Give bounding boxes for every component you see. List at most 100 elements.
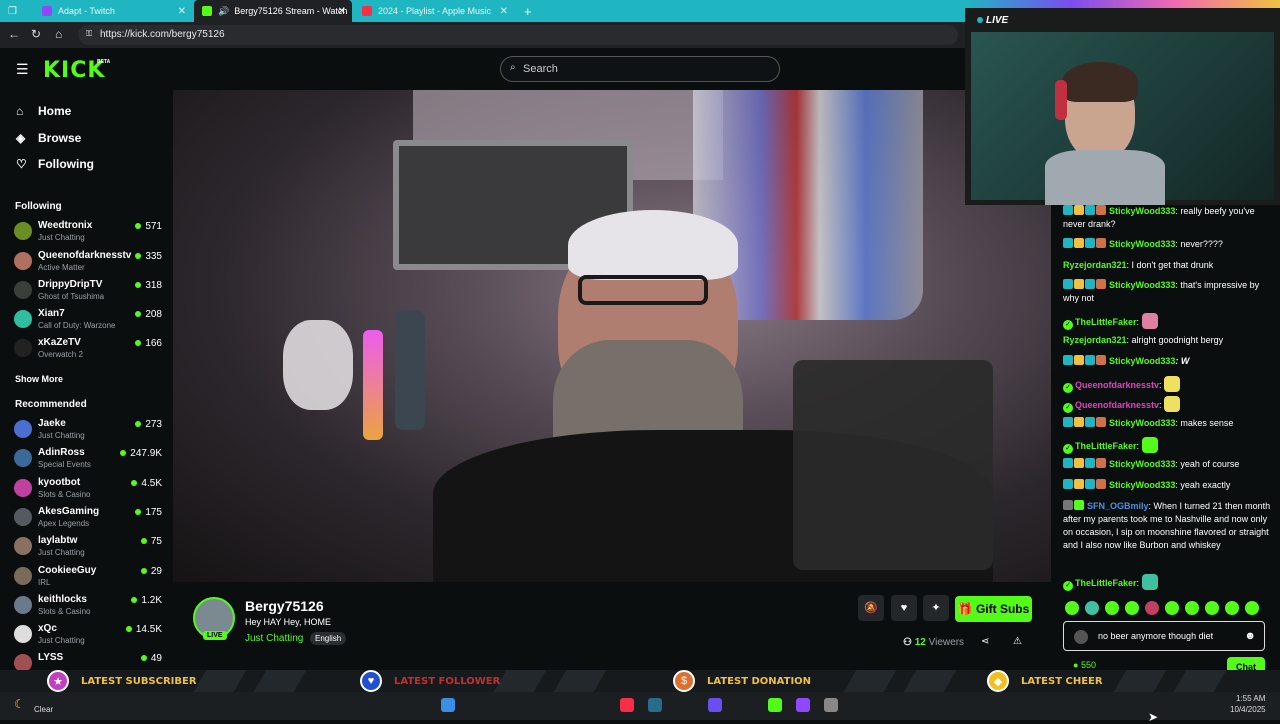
share-icon[interactable]: ⋖: [981, 636, 989, 647]
sidebar-channel[interactable]: Jaeke Just Chatting 273: [14, 416, 164, 444]
chat-text: : I don't get that drunk: [1126, 260, 1214, 270]
emote-icon[interactable]: [1141, 437, 1158, 453]
chat-username[interactable]: StickyWood333: [1109, 480, 1175, 490]
sidebar-channel[interactable]: xQc Just Chatting 14.5K: [14, 621, 164, 649]
avatar: [14, 479, 32, 497]
speaker-icon[interactable]: 🔊: [218, 6, 229, 17]
heart-icon: ♥: [900, 602, 908, 614]
gift-subs-button[interactable]: 🎁 Gift Subs: [955, 596, 1032, 622]
close-icon[interactable]: ✕: [500, 6, 508, 17]
close-icon[interactable]: ✕: [338, 6, 346, 17]
chat-username[interactable]: StickyWood333: [1109, 280, 1175, 290]
url-field[interactable]: ⚿ https://kick.com/bergy75126: [78, 25, 958, 45]
home-icon[interactable]: ⌂: [55, 27, 62, 41]
close-icon[interactable]: ✕: [178, 6, 186, 17]
emote-icon[interactable]: [1065, 601, 1079, 615]
gift-icon: 🎁: [957, 602, 973, 616]
emote-icon[interactable]: [1145, 601, 1159, 615]
menu-icon[interactable]: ☰: [16, 61, 29, 78]
sidebar-channel[interactable]: AkesGaming Apex Legends 175: [14, 504, 164, 532]
emote-icon[interactable]: [1125, 601, 1139, 615]
new-tab-button[interactable]: +: [516, 0, 538, 22]
video-player[interactable]: [173, 90, 1051, 582]
chat-username[interactable]: TheLittleFaker: [1075, 441, 1137, 451]
emote-icon[interactable]: [1085, 601, 1099, 615]
sidebar-item-following[interactable]: ♡ Following: [16, 157, 94, 171]
sidebar-channel[interactable]: Xian7 Call of Duty: Warzone 208: [14, 306, 164, 334]
chat-username[interactable]: StickyWood333: [1109, 418, 1175, 428]
os-taskbar: ☾ Clear 1:55 AM 10/4/2025: [0, 692, 1280, 720]
chat-username[interactable]: Ryzejordan321: [1063, 335, 1127, 345]
clock-time[interactable]: 1:55 AM: [1236, 694, 1265, 703]
sidebar-channel[interactable]: Queenofdarknesstv Active Matter 335: [14, 248, 164, 276]
subscribe-button[interactable]: ✦: [923, 595, 949, 621]
chat-username[interactable]: Queenofdarknesstv: [1075, 400, 1159, 410]
channel-points[interactable]: ● 550: [1073, 660, 1096, 670]
notifications-button[interactable]: 🔕: [858, 595, 884, 621]
beta-badge: BETA: [97, 59, 111, 65]
weather-icon[interactable]: ☾: [14, 697, 25, 711]
emote-icon[interactable]: [1164, 396, 1181, 412]
emote-icon[interactable]: [1164, 376, 1181, 392]
tab-twitch[interactable]: Adapt - Twitch ✕: [34, 0, 192, 22]
chat-username[interactable]: Ryzejordan321: [1063, 260, 1127, 270]
chat-send-button[interactable]: Chat: [1227, 657, 1265, 670]
language-tag[interactable]: English: [310, 632, 347, 645]
taskbar-app-icon[interactable]: [824, 698, 838, 712]
sidebar-item-home[interactable]: ⌂ Home: [16, 104, 71, 118]
sidebar-item-browse[interactable]: ◈ Browse: [16, 131, 81, 145]
channel-name: Weedtronix: [38, 220, 93, 231]
emote-icon[interactable]: [1205, 601, 1219, 615]
chat-username[interactable]: TheLittleFaker: [1075, 578, 1137, 588]
emote-icon[interactable]: [1141, 313, 1158, 329]
tab-kick[interactable]: 🔊 Bergy75126 Stream - Watch ✕: [194, 0, 352, 22]
avatar: [14, 537, 32, 555]
sidebar-channel[interactable]: LYSS 49: [14, 650, 164, 670]
kick-icon[interactable]: [768, 698, 782, 712]
back-icon[interactable]: ←: [8, 27, 20, 41]
clock-date[interactable]: 10/4/2025: [1230, 705, 1266, 714]
search-input[interactable]: ⌕ Search: [500, 56, 780, 82]
chat-username[interactable]: StickyWood333: [1109, 459, 1175, 469]
reload-icon[interactable]: ↻: [31, 27, 41, 41]
chat-username[interactable]: TheLittleFaker: [1075, 317, 1137, 327]
show-more-link[interactable]: Show More: [15, 374, 63, 384]
windows-start-icon[interactable]: [441, 698, 455, 712]
tab-apple-music[interactable]: 2024 - Playlist - Apple Music ✕: [354, 0, 514, 22]
stream-category-link[interactable]: Just Chatting: [245, 633, 303, 644]
emote-icon[interactable]: [1141, 574, 1158, 590]
taskbar-app-icon[interactable]: [648, 698, 662, 712]
twitch-icon[interactable]: [796, 698, 810, 712]
emote-icon[interactable]: [1225, 601, 1239, 615]
sidebar-channel[interactable]: keithlocks Slots & Casino 1.2K: [14, 592, 164, 620]
chat-username[interactable]: StickyWood333: [1109, 239, 1175, 249]
emote-icon[interactable]: [1165, 601, 1179, 615]
viewer-label: Viewers: [928, 637, 965, 648]
report-icon[interactable]: ⚠: [1013, 636, 1022, 647]
tab-actions-button[interactable]: ❐: [0, 0, 30, 22]
viewer-count-text: 4.5K: [141, 478, 162, 489]
follow-button[interactable]: ♥: [891, 595, 917, 621]
viewer-count-text: 335: [145, 251, 162, 262]
chat-username[interactable]: StickyWood333: [1109, 206, 1175, 216]
apple-music-icon[interactable]: [620, 698, 634, 712]
emoji-picker-icon[interactable]: ☻: [1244, 630, 1256, 642]
sidebar-channel[interactable]: CookieeGuy IRL 29: [14, 563, 164, 591]
sidebar-channel[interactable]: AdinRoss Special Events 247.9K: [14, 445, 164, 473]
chat-username[interactable]: StickyWood333: [1109, 356, 1175, 366]
emote-icon[interactable]: [1185, 601, 1199, 615]
chat-input[interactable]: no beer anymore though diet ☻: [1063, 621, 1265, 651]
streamer-name[interactable]: Bergy75126: [245, 598, 324, 614]
sidebar-channel[interactable]: Weedtronix Just Chatting 571: [14, 218, 164, 246]
sidebar-channel[interactable]: laylabtw Just Chatting 75: [14, 533, 164, 561]
sidebar-channel[interactable]: xKaZeTV Overwatch 2 166: [14, 335, 164, 363]
taskbar-app-icon[interactable]: [708, 698, 722, 712]
emote-icon[interactable]: [1245, 601, 1259, 615]
emote-icon[interactable]: [1105, 601, 1119, 615]
chat-username[interactable]: SFN_OGBmily: [1087, 501, 1149, 511]
weather-text[interactable]: Clear: [34, 705, 53, 714]
sidebar-channel[interactable]: DrippyDripTV Ghost of Tsushima 318: [14, 277, 164, 305]
sidebar-channel[interactable]: kyootbot Slots & Casino 4.5K: [14, 475, 164, 503]
alerts-stripe: [1173, 670, 1227, 692]
chat-username[interactable]: Queenofdarknesstv: [1075, 380, 1159, 390]
